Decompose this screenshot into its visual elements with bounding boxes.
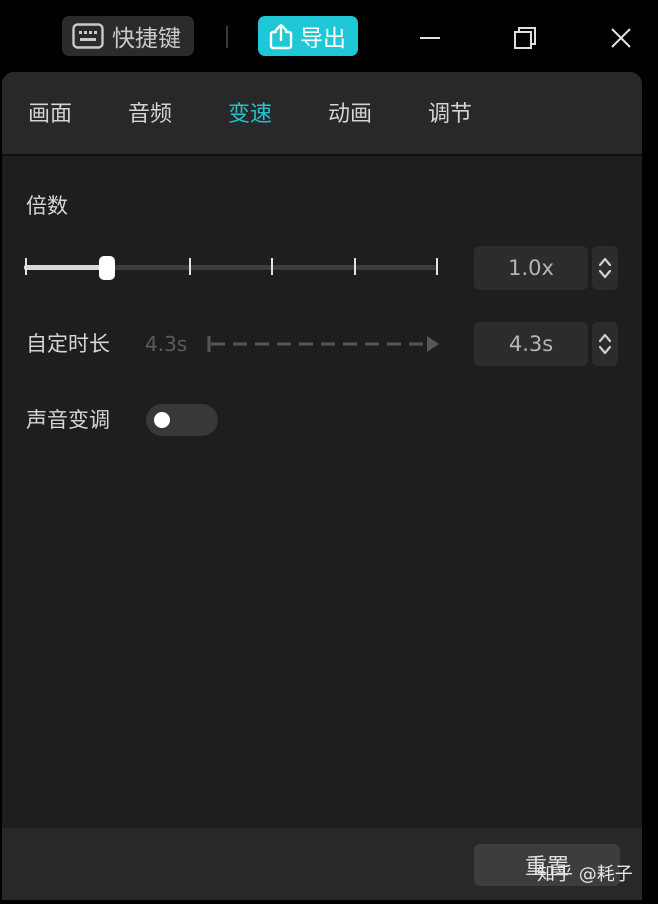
export-icon xyxy=(269,23,293,50)
close-button[interactable] xyxy=(603,20,639,56)
multiplier-stepper[interactable] xyxy=(592,246,618,290)
slider-tick xyxy=(436,258,438,275)
export-button[interactable]: 导出 xyxy=(258,16,358,56)
slider-tick xyxy=(354,258,356,275)
export-label: 导出 xyxy=(300,26,346,52)
minimize-button[interactable] xyxy=(412,20,448,56)
speed-slider-track[interactable] xyxy=(24,265,438,270)
topbar-divider xyxy=(226,26,228,48)
tab-speed[interactable]: 变速 xyxy=(228,100,272,130)
custom-duration-label: 自定时长 xyxy=(26,332,110,356)
slider-tick xyxy=(271,258,273,275)
tab-picture[interactable]: 画面 xyxy=(28,100,72,130)
close-icon xyxy=(611,28,631,48)
watermark: 知乎 @耗子 xyxy=(537,864,633,885)
window-edge xyxy=(642,72,658,904)
tab-animation[interactable]: 动画 xyxy=(328,100,372,130)
restore-icon xyxy=(514,27,536,49)
minimize-icon xyxy=(420,37,440,39)
title-bar: 快捷键 导出 xyxy=(0,0,658,72)
custom-duration-hint: 4.3s xyxy=(145,332,188,356)
speed-slider-handle[interactable] xyxy=(98,256,115,280)
chevron-updown-icon xyxy=(598,257,612,279)
shortcut-label: 快捷键 xyxy=(112,26,181,52)
tab-adjust[interactable]: 调节 xyxy=(428,100,472,130)
tab-audio[interactable]: 音频 xyxy=(128,100,172,130)
restore-button[interactable] xyxy=(507,20,543,56)
keyboard-icon xyxy=(72,23,104,49)
multiplier-label: 倍数 xyxy=(26,194,68,218)
custom-duration-track xyxy=(207,336,439,352)
pitch-toggle[interactable] xyxy=(146,404,218,436)
tab-bar: 画面 音频 变速 动画 调节 xyxy=(2,72,642,156)
shortcut-button[interactable]: 快捷键 xyxy=(62,16,194,56)
pitch-label: 声音变调 xyxy=(26,408,110,432)
multiplier-input[interactable]: 1.0x xyxy=(474,246,588,290)
speed-slider-fill xyxy=(24,265,107,270)
slider-tick xyxy=(25,258,27,275)
slider-tick xyxy=(189,258,191,275)
toggle-knob xyxy=(154,412,170,428)
custom-duration-input[interactable]: 4.3s xyxy=(474,322,588,366)
properties-panel: 画面 音频 变速 动画 调节 重置 xyxy=(2,72,642,900)
custom-duration-stepper[interactable] xyxy=(592,322,618,366)
chevron-updown-icon xyxy=(598,333,612,355)
